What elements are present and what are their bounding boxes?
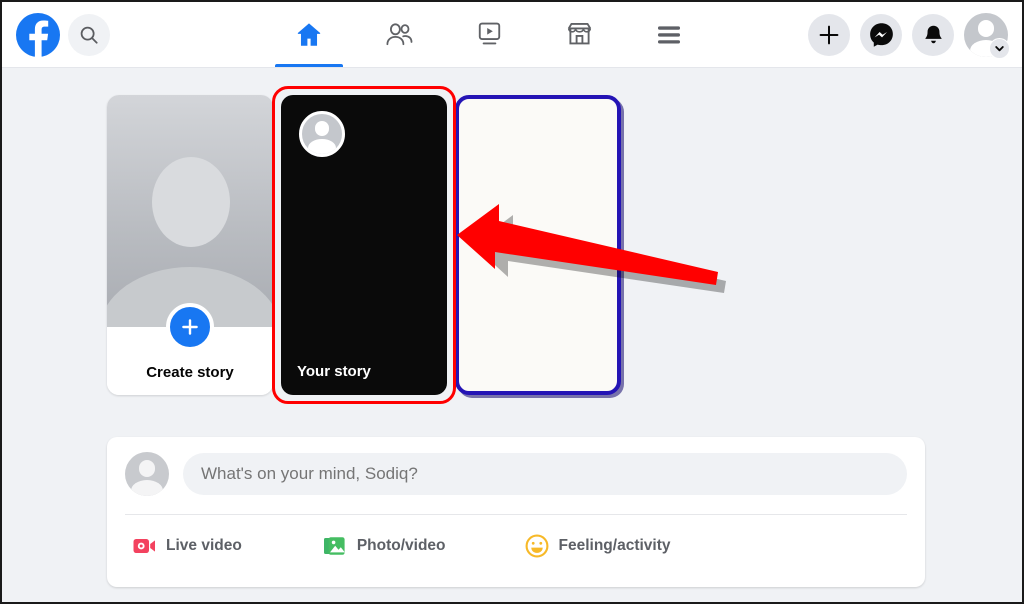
- plus-icon: [819, 25, 839, 44]
- composer-avatar[interactable]: [125, 452, 169, 496]
- create-button[interactable]: [808, 13, 850, 56]
- chevron-down-icon: [989, 37, 1010, 59]
- hamburger-menu-icon: [658, 25, 680, 43]
- tab-marketplace[interactable]: [534, 2, 624, 67]
- tab-watch[interactable]: [444, 2, 534, 67]
- live-video-icon: [133, 539, 155, 553]
- composer-input[interactable]: [183, 453, 907, 495]
- top-navigation-bar: [2, 2, 1022, 68]
- post-composer: Live video Photo/video: [107, 437, 925, 587]
- composer-action-label: Live video: [166, 537, 242, 554]
- photo-video-icon: [323, 537, 345, 555]
- tab-menu[interactable]: [624, 2, 714, 67]
- account-button[interactable]: [964, 12, 1010, 59]
- marketplace-icon: [567, 23, 591, 45]
- smiley-icon: [525, 534, 548, 558]
- story-card-create-story[interactable]: Create story: [107, 95, 273, 395]
- composer-action-feeling-activity[interactable]: Feeling/activity: [524, 527, 671, 565]
- composer-top-row: [125, 452, 907, 496]
- composer-divider: [125, 514, 907, 515]
- header-actions: [808, 12, 1022, 59]
- header-left-section: [2, 12, 252, 57]
- composer-action-label: Photo/video: [356, 537, 446, 554]
- create-story-background: [107, 95, 273, 327]
- stories-row: Create story Your story: [107, 86, 621, 404]
- create-story-plus-icon[interactable]: [166, 303, 214, 351]
- watch-icon: [478, 22, 500, 45]
- tab-friends[interactable]: [354, 2, 444, 67]
- composer-action-photo-video[interactable]: Photo/video: [322, 527, 446, 565]
- messenger-icon: [869, 23, 893, 47]
- composer-actions: Live video Photo/video Feeling/activity: [125, 527, 907, 565]
- create-story-label: Create story: [146, 364, 234, 381]
- your-story-label: Your story: [297, 363, 371, 380]
- friends-icon: [386, 22, 413, 45]
- search-button[interactable]: [68, 13, 110, 56]
- composer-action-label: Feeling/activity: [558, 537, 671, 554]
- header-nav-tabs: [252, 2, 808, 67]
- story-card-next[interactable]: [455, 95, 621, 395]
- story-avatar: [299, 111, 345, 157]
- composer-action-live-video[interactable]: Live video: [131, 527, 242, 565]
- notifications-button[interactable]: [912, 13, 954, 56]
- tab-home[interactable]: [264, 2, 354, 67]
- story-card-your-story-wrapper: Your story: [272, 86, 456, 404]
- search-icon: [80, 26, 98, 44]
- messenger-button[interactable]: [860, 13, 902, 56]
- bell-icon: [924, 25, 942, 43]
- facebook-window: Create story Your story What's on your m…: [0, 0, 1024, 604]
- story-card-your-story[interactable]: Your story: [281, 95, 447, 395]
- home-icon: [297, 22, 321, 46]
- facebook-logo[interactable]: [16, 12, 60, 57]
